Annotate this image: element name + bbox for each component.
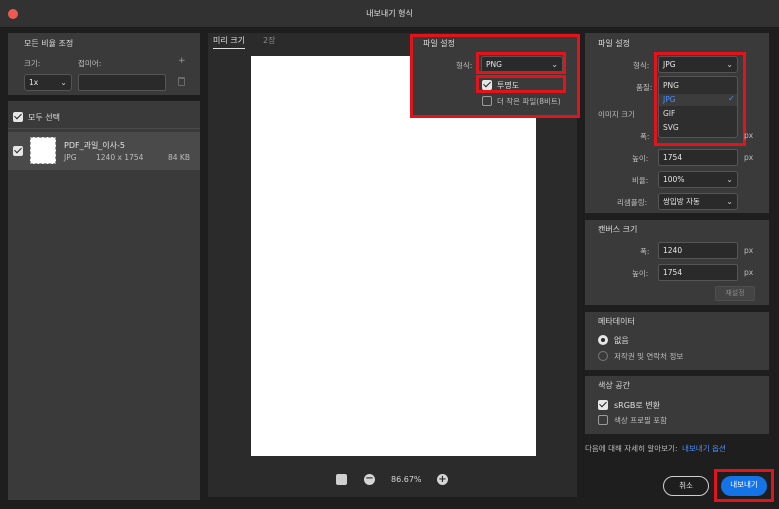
- canvas-height-input[interactable]: 1754: [658, 264, 738, 281]
- assets-divider: [8, 128, 200, 129]
- image-height-label: 높이:: [632, 154, 649, 163]
- asset-format: JPG: [64, 153, 77, 162]
- quality-label: 품질:: [636, 83, 653, 92]
- tab-original-size[interactable]: 미리 크기: [213, 35, 245, 49]
- cancel-button[interactable]: 취소: [663, 476, 709, 496]
- learn-more-link[interactable]: 내보내기 옵션: [682, 443, 726, 454]
- canvas-width-input[interactable]: 1240: [658, 242, 738, 259]
- canvas-width-label: 폭:: [640, 247, 650, 256]
- asset-filesize: 84 KB: [168, 153, 190, 162]
- learn-more-text: 다음에 대해 자세히 알아보기:: [585, 444, 678, 453]
- scale-section-title: 모든 비율 조정: [24, 39, 74, 48]
- convert-srgb-label: sRGB로 변환: [614, 401, 661, 410]
- smaller-file-checkbox[interactable]: [482, 96, 492, 106]
- checkmark-icon: ✓: [728, 94, 735, 103]
- embed-profile-checkbox[interactable]: [598, 415, 608, 425]
- popup-format-select[interactable]: PNG ⌄: [481, 56, 563, 73]
- image-scale-select[interactable]: 100% ⌄: [658, 171, 738, 188]
- image-scale-value: 100%: [663, 175, 685, 184]
- resample-select[interactable]: 쌍입방 자동 ⌄: [658, 193, 738, 210]
- asset-dimensions: 1240 x 1754: [96, 153, 144, 162]
- chevron-down-icon: ⌄: [726, 175, 733, 184]
- suffix-input[interactable]: [78, 74, 166, 91]
- image-width-label: 폭:: [640, 132, 650, 141]
- metadata-copyright-label: 저작권 및 연락처 정보: [614, 352, 684, 361]
- chevron-down-icon: ⌄: [726, 197, 733, 206]
- format-option-gif[interactable]: GIF: [663, 109, 675, 118]
- resample-value: 쌍입방 자동: [663, 197, 700, 206]
- canvas-height-label: 높이:: [632, 269, 649, 278]
- asset-thumbnail: [30, 137, 56, 164]
- suffix-column-label: 접미어:: [78, 59, 102, 68]
- format-label: 형식:: [633, 61, 650, 70]
- image-height-unit: px: [744, 153, 754, 162]
- add-scale-icon[interactable]: +: [178, 56, 186, 66]
- select-all-checkbox[interactable]: [13, 112, 23, 122]
- chevron-down-icon: ⌄: [60, 78, 67, 87]
- image-height-value: 1754: [663, 153, 683, 162]
- zoom-out-icon[interactable]: −: [364, 474, 375, 485]
- preview-image: [251, 56, 536, 456]
- export-button[interactable]: 내보내기: [721, 476, 767, 496]
- convert-srgb-checkbox[interactable]: [598, 400, 608, 410]
- window-title: 내보내기 형식: [366, 9, 413, 18]
- image-height-input[interactable]: 1754: [658, 149, 738, 166]
- canvas-height-unit: px: [744, 268, 754, 277]
- chevron-down-icon: ⌄: [726, 60, 733, 69]
- select-all-label: 모두 선택: [28, 113, 60, 122]
- reset-button[interactable]: 재설정: [715, 286, 755, 301]
- canvas-height-value: 1754: [663, 268, 683, 277]
- file-settings-title: 파일 설정: [598, 39, 630, 48]
- format-option-svg[interactable]: SVG: [663, 123, 679, 132]
- popup-format-label: 형식:: [456, 61, 473, 70]
- chevron-down-icon: ⌄: [551, 60, 558, 69]
- scale-select[interactable]: 1x ⌄: [24, 74, 72, 91]
- color-space-title: 색상 공간: [598, 381, 630, 390]
- asset-name: PDF_과일_이사-5: [64, 141, 126, 150]
- tab-2up[interactable]: 2장: [263, 35, 275, 46]
- metadata-title: 메타데이터: [598, 317, 635, 326]
- transparency-label: 투명도: [497, 81, 520, 90]
- format-select[interactable]: JPG ⌄: [658, 56, 738, 73]
- format-value: JPG: [663, 60, 676, 69]
- popup-section-title: 파일 설정: [423, 39, 455, 48]
- transparency-checkbox[interactable]: [482, 80, 492, 90]
- fit-view-icon[interactable]: [336, 474, 347, 485]
- canvas-size-title: 캔버스 크기: [598, 225, 638, 234]
- canvas-width-value: 1240: [663, 246, 683, 255]
- trash-icon[interactable]: [178, 77, 185, 86]
- resample-label: 리샘플링:: [617, 198, 648, 207]
- image-scale-label: 비율:: [632, 176, 649, 185]
- metadata-copyright-radio[interactable]: [598, 351, 608, 361]
- metadata-none-label: 없음: [614, 336, 629, 345]
- format-option-jpg-label: JPG: [663, 95, 676, 104]
- smaller-file-label: 더 작은 파일(8비트): [497, 97, 561, 106]
- format-option-png[interactable]: PNG: [663, 81, 679, 90]
- scale-value: 1x: [29, 78, 39, 87]
- image-size-title: 이미지 크기: [598, 110, 635, 119]
- canvas-width-unit: px: [744, 246, 754, 255]
- image-width-unit: px: [744, 131, 754, 140]
- zoom-level: 86.67%: [391, 475, 422, 484]
- zoom-in-icon[interactable]: +: [437, 474, 448, 485]
- asset-checkbox[interactable]: [13, 146, 23, 156]
- embed-profile-label: 색상 프로필 포함: [614, 416, 668, 425]
- metadata-none-radio[interactable]: [598, 335, 608, 345]
- size-column-label: 크기:: [24, 59, 41, 68]
- popup-format-value: PNG: [486, 60, 502, 69]
